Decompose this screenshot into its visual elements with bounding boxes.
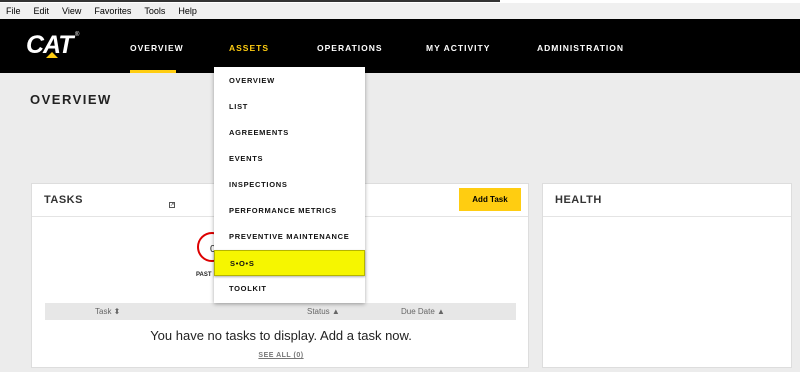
add-task-button[interactable]: Add Task [459,188,521,211]
menu-help[interactable]: Help [178,6,197,16]
menu-view[interactable]: View [62,6,81,16]
top-navigation: CAT ® OVERVIEW ASSETS OPERATIONS MY ACTI… [0,19,800,73]
titlebar-strip [0,0,500,2]
tasks-title: TASKS [44,194,83,206]
dropdown-item-performance-metrics[interactable]: PERFORMANCE METRICS [214,198,365,224]
menu-tools[interactable]: Tools [144,6,165,16]
see-all-link[interactable]: SEE ALL (0) [32,352,530,359]
nav-operations[interactable]: OPERATIONS [317,43,383,53]
cat-logo[interactable]: CAT ® [26,31,79,61]
health-title: HEALTH [555,194,602,206]
nav-overview[interactable]: OVERVIEW [130,43,184,53]
dropdown-item-inspections[interactable]: INSPECTIONS [214,172,365,198]
menu-favorites[interactable]: Favorites [94,6,131,16]
nav-my-activity[interactable]: MY ACTIVITY [426,43,490,53]
active-tab-indicator [130,70,176,73]
dropdown-item-events[interactable]: EVENTS [214,146,365,172]
panel-divider [543,216,791,217]
health-panel: HEALTH [542,183,792,368]
column-task[interactable]: Task ⬍ [95,307,120,316]
dropdown-item-overview[interactable]: OVERVIEW [214,68,365,94]
column-status[interactable]: Status ▲ [307,307,340,316]
past-label: PAST [196,272,212,278]
dropdown-item-agreements[interactable]: AGREEMENTS [214,120,365,146]
nav-administration[interactable]: ADMINISTRATION [537,43,624,53]
dropdown-item-preventive-maintenance[interactable]: PREVENTIVE MAINTENANCE [214,224,365,250]
browser-menu-bar: File Edit View Favorites Tools Help [0,3,800,19]
menu-edit[interactable]: Edit [34,6,50,16]
empty-tasks-message: You have no tasks to display. Add a task… [150,328,412,343]
column-due-date[interactable]: Due Date ▲ [401,307,445,316]
dropdown-item-toolkit[interactable]: TOOLKIT [214,276,365,302]
menu-file[interactable]: File [6,6,21,16]
registered-mark: ® [75,32,80,38]
dropdown-item-list[interactable]: LIST [214,94,365,120]
logo-triangle-icon [46,52,58,58]
nav-assets[interactable]: ASSETS [229,43,269,53]
expand-icon[interactable]: ↗ [169,202,175,208]
dropdown-item-sos[interactable]: S•O•S [214,250,365,276]
assets-dropdown-menu: OVERVIEW LIST AGREEMENTS EVENTS INSPECTI… [214,67,365,303]
page-title: OVERVIEW [30,92,112,107]
tasks-table-header: Task ⬍ Status ▲ Due Date ▲ [45,303,516,320]
